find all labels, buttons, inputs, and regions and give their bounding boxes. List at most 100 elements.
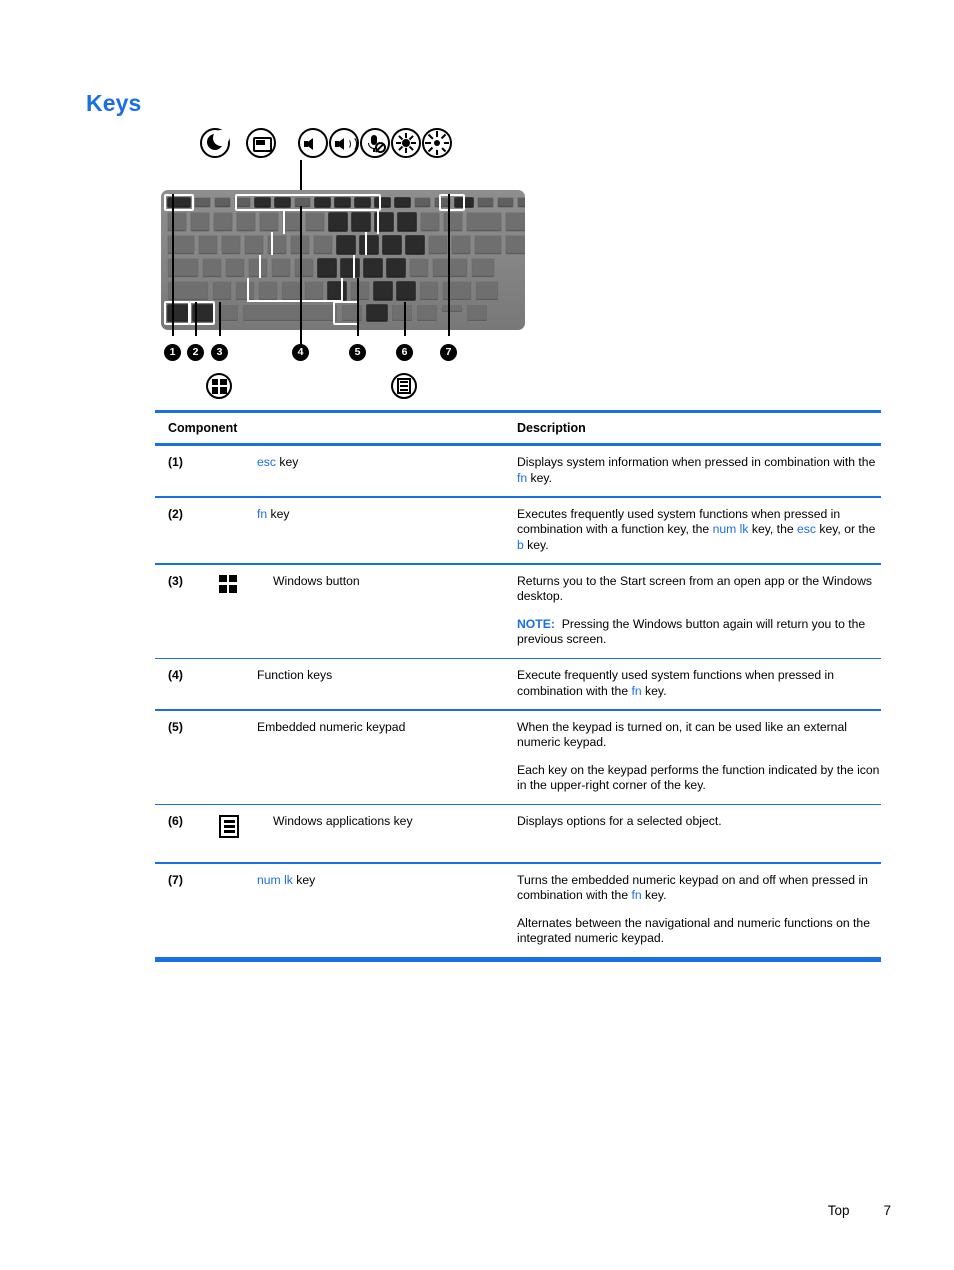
callout-3: 3 <box>211 344 228 361</box>
table-row: (6) Windows applications key Displays op… <box>155 805 881 862</box>
row-description: Turns the embedded numeric keypad on and… <box>517 873 881 947</box>
page-footer: Top 7 <box>828 1203 891 1218</box>
description-note: NOTE: Pressing the Windows button again … <box>517 617 881 648</box>
callout-4: 4 <box>292 344 309 361</box>
row-number: (5) <box>168 719 183 734</box>
row-component: Windows applications key <box>273 814 517 838</box>
row-description: Executes frequently used system function… <box>517 507 881 554</box>
page-title: Keys <box>86 90 142 116</box>
microphone-mute-icon <box>360 128 390 158</box>
footer-section: Top <box>827 1203 850 1218</box>
row-component: num lk key <box>257 873 517 947</box>
callout-7: 7 <box>440 344 457 361</box>
row-component: esc key <box>257 455 517 486</box>
description-paragraph: Alternates between the navigational and … <box>517 915 870 946</box>
row-icon <box>215 574 273 648</box>
row-number: (1) <box>168 455 183 469</box>
note-text: Pressing the Windows button again will r… <box>517 616 866 647</box>
keyword-num-lk: num lk <box>712 522 749 536</box>
row-description: Displays options for a selected object. <box>517 814 881 838</box>
note-label: NOTE: <box>517 616 555 631</box>
component-label: Function keys <box>257 668 333 682</box>
row-number: (4) <box>168 668 183 682</box>
row-number: (2) <box>168 506 183 521</box>
row-description: Execute frequently used system functions… <box>517 668 881 699</box>
applications-key-icon <box>219 815 239 838</box>
leader-line-6 <box>404 302 406 336</box>
leader-line-7 <box>448 194 450 336</box>
row-number: (3) <box>168 573 183 588</box>
windows-key-icon <box>206 373 232 399</box>
footer-page-number: 7 <box>883 1203 891 1218</box>
row-description: Displays system information when pressed… <box>517 455 881 486</box>
component-keyword: num lk <box>257 872 293 887</box>
function-key-icon-row <box>200 128 453 158</box>
table-row: (3) Windows button Returns you to the St… <box>155 565 881 658</box>
volume-down-icon <box>298 128 328 158</box>
header-component: Component <box>168 421 238 435</box>
component-label: esc key <box>257 455 298 486</box>
leader-line-2 <box>195 302 197 336</box>
leader-line-3 <box>219 302 221 336</box>
callout-6: 6 <box>396 344 413 361</box>
leader-line-4 <box>300 206 302 336</box>
row-component: Function keys <box>257 668 517 699</box>
row-component: fn key <box>257 507 517 554</box>
table-row: (2) fn key Executes frequently used syst… <box>155 498 881 564</box>
description-paragraph: Turns the embedded numeric keypad on and… <box>517 872 868 903</box>
callout-5: 5 <box>349 344 366 361</box>
keyword-fn: fn <box>631 888 642 902</box>
component-label: Windows applications key <box>273 814 413 828</box>
brightness-down-icon <box>391 128 421 158</box>
keyword-esc: esc <box>797 522 816 536</box>
table-row: (5) Embedded numeric keypad When the key… <box>155 711 881 804</box>
row-component: Windows button <box>273 574 517 648</box>
sleep-icon <box>200 128 230 158</box>
description-paragraph: When the keypad is turned on, it can be … <box>517 719 847 750</box>
table-row: (1) esc key Displays system information … <box>155 446 881 496</box>
component-keyword: esc <box>257 455 276 469</box>
component-label: fn key <box>257 507 290 554</box>
component-description-table: Component Description (1) esc key Displa… <box>155 410 881 962</box>
keyword-b: b <box>517 537 524 552</box>
component-label: num lk key <box>257 873 315 947</box>
description-paragraph: Returns you to the Start screen from an … <box>517 573 872 604</box>
display-switch-icon <box>246 128 276 158</box>
component-suffix: key <box>292 872 316 887</box>
windows-logo-glyph <box>211 378 227 394</box>
table-row: (7) num lk key Turns the embedded numeri… <box>155 864 881 957</box>
callout-1: 1 <box>164 344 181 361</box>
leader-line-5 <box>357 278 359 336</box>
row-number: (7) <box>168 872 183 887</box>
component-label: Embedded numeric keypad <box>257 719 406 734</box>
description-paragraph: Executes frequently used system function… <box>517 506 876 552</box>
table-bottom-rule <box>155 956 881 962</box>
row-number: (6) <box>168 814 183 828</box>
applications-key-glyph <box>397 378 411 394</box>
volume-up-icon <box>329 128 359 158</box>
table-header-row: Component Description <box>155 413 881 443</box>
leader-line-1 <box>172 194 174 336</box>
keyword-fn: fn <box>517 470 528 485</box>
header-description: Description <box>517 421 586 435</box>
brightness-up-icon <box>422 128 452 158</box>
windows-logo-icon <box>219 574 237 593</box>
table-row: (4) Function keys Execute frequently use… <box>155 659 881 709</box>
keyword-fn: fn <box>631 683 642 698</box>
description-paragraph: Each key on the keypad performs the func… <box>517 762 880 793</box>
component-suffix: key <box>275 455 299 469</box>
description-paragraph: Execute frequently used system functions… <box>517 668 835 698</box>
keyboard-figure: 1 2 3 4 5 6 7 <box>155 128 555 400</box>
component-label: Windows button <box>273 573 360 588</box>
keyboard-image <box>161 190 525 330</box>
row-icon <box>215 814 273 838</box>
description-paragraph: Displays system information when pressed… <box>517 455 876 485</box>
row-description: Returns you to the Start screen from an … <box>517 574 881 648</box>
row-component: Embedded numeric keypad <box>257 720 517 794</box>
component-keyword: fn <box>257 506 268 521</box>
component-suffix: key <box>267 506 290 521</box>
callout-2: 2 <box>187 344 204 361</box>
row-description: When the keypad is turned on, it can be … <box>517 720 881 794</box>
description-paragraph: Displays options for a selected object. <box>517 814 722 828</box>
windows-applications-key-icon <box>391 373 417 399</box>
